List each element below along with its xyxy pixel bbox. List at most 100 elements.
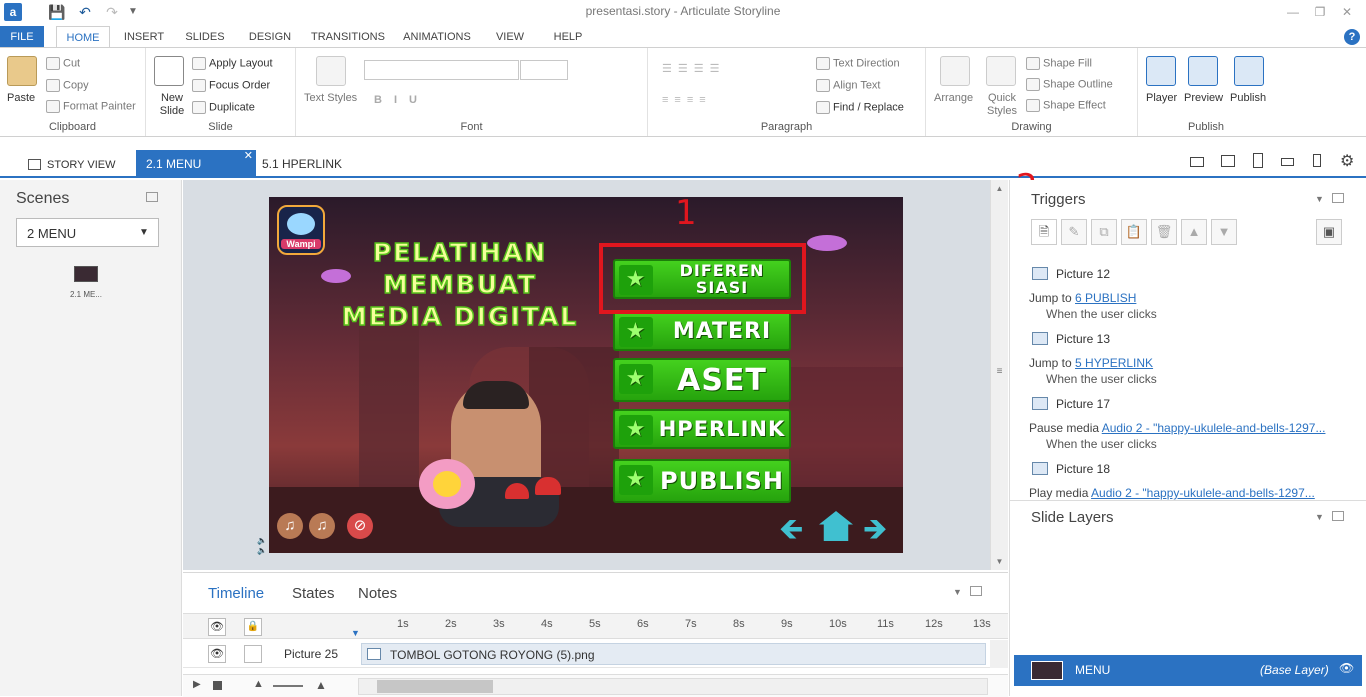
tab-home[interactable]: HOME	[56, 26, 110, 48]
trigger-variables-icon[interactable]: ▣	[1316, 219, 1342, 245]
button-hperlink[interactable]: ★ HPERLINK	[613, 409, 791, 449]
panel-restore-icon[interactable]	[970, 586, 982, 596]
player-button[interactable]: Player	[1146, 92, 1177, 104]
base-layer-row[interactable]: MENU (Base Layer) 👁	[1014, 655, 1362, 686]
align-text-button[interactable]: Align Text	[833, 79, 881, 91]
new-trigger-icon[interactable]: 🗎	[1031, 219, 1057, 245]
delete-trigger-icon[interactable]: 🗑	[1151, 219, 1177, 245]
paste-icon[interactable]	[7, 56, 37, 86]
tab-transitions[interactable]: TRANSITIONS	[308, 26, 388, 48]
scene-dropdown[interactable]: 2 MENU ▼	[16, 218, 159, 247]
arrange-button[interactable]: Arrange	[934, 92, 973, 104]
layer-visibility-icon[interactable]: 👁	[1339, 661, 1354, 675]
row-eye-icon[interactable]: 👁	[208, 645, 226, 663]
text-direction-button[interactable]: Text Direction	[833, 57, 900, 69]
format-painter-button[interactable]: Format Painter	[63, 100, 136, 112]
panel-restore-icon[interactable]	[146, 192, 158, 202]
tab-slide-hperlink[interactable]: 5.1 HPERLINK	[252, 150, 352, 178]
minimize-icon[interactable]: —	[1282, 3, 1304, 21]
stop-icon[interactable]	[213, 681, 222, 690]
zoom-in-icon[interactable]: ▲	[315, 678, 327, 692]
horizontal-scrollbar[interactable]	[358, 678, 988, 695]
quick-styles-button[interactable]: Quick Styles	[984, 92, 1020, 118]
zoom-slider[interactable]	[273, 685, 303, 687]
align-icons[interactable]: ≡≡≡≡	[662, 94, 712, 106]
focus-order-button[interactable]: Focus Order	[209, 79, 270, 91]
trigger-action[interactable]: Jump to 5 HYPERLINK	[1029, 356, 1153, 370]
restore-icon[interactable]: ❐	[1309, 3, 1331, 21]
tab-help[interactable]: HELP	[548, 26, 588, 48]
tab-states[interactable]: States	[292, 585, 335, 602]
prev-arrow-icon[interactable]: 🡸	[779, 515, 803, 545]
close-window-icon[interactable]: ✕	[1336, 3, 1358, 21]
duplicate-button[interactable]: Duplicate	[209, 101, 255, 113]
new-slide-button[interactable]: New Slide	[154, 92, 190, 118]
scroll-thumb[interactable]	[377, 680, 493, 693]
paste-button[interactable]: Paste	[7, 92, 35, 104]
tab-slides[interactable]: SLIDES	[182, 26, 228, 48]
vertical-scrollbar[interactable]: ▲ ≡ ▼	[990, 180, 1008, 570]
music-off-icon[interactable]: ⊘	[347, 513, 373, 539]
tablet-landscape-icon[interactable]	[1221, 155, 1235, 167]
quick-styles-icon[interactable]	[986, 56, 1016, 86]
trigger-object-name[interactable]: Picture 18	[1056, 462, 1110, 476]
phone-landscape-icon[interactable]	[1281, 158, 1294, 166]
paste-trigger-icon[interactable]: 📋	[1121, 219, 1147, 245]
timeline-vscroll[interactable]	[990, 640, 1008, 668]
trigger-object-name[interactable]: Picture 12	[1056, 267, 1110, 281]
panel-restore-icon[interactable]	[1332, 511, 1344, 521]
arrange-icon[interactable]	[940, 56, 970, 86]
gear-icon[interactable]: ⚙	[1340, 151, 1354, 171]
trigger-target-link[interactable]: 5 HYPERLINK	[1075, 356, 1153, 370]
tab-file[interactable]: FILE	[0, 26, 44, 48]
timeline-bar[interactable]: TOMBOL GOTONG ROYONG (5).png	[361, 643, 986, 665]
next-arrow-icon[interactable]: 🡺	[863, 515, 887, 545]
list-icons[interactable]: ☰☰☰☰	[662, 62, 725, 75]
tablet-portrait-icon[interactable]	[1253, 153, 1263, 168]
tab-animations[interactable]: ANIMATIONS	[400, 26, 474, 48]
move-up-icon[interactable]: ▲	[1181, 219, 1207, 245]
tab-view[interactable]: VIEW	[490, 26, 530, 48]
publish-button[interactable]: Publish	[1230, 92, 1266, 104]
publish-icon[interactable]	[1234, 56, 1264, 86]
tab-timeline[interactable]: Timeline	[208, 585, 264, 602]
button-aset[interactable]: ★ ASET	[613, 358, 791, 402]
find-replace-button[interactable]: Find / Replace	[833, 101, 904, 113]
trigger-target-link[interactable]: Audio 2 - "happy-ukulele-and-bells-1297.…	[1102, 421, 1326, 435]
new-slide-icon[interactable]	[154, 56, 184, 86]
timeline-options-icon[interactable]: ▼	[953, 587, 962, 597]
shape-fill-button[interactable]: Shape Fill	[1043, 57, 1092, 69]
tab-story-view[interactable]: STORY VIEW	[18, 150, 125, 178]
button-materi[interactable]: ★ MATERI	[613, 311, 791, 351]
copy-trigger-icon[interactable]: ⧉	[1091, 219, 1117, 245]
slide-thumbnail[interactable]	[74, 266, 98, 282]
row-lock-checkbox[interactable]	[244, 645, 262, 663]
panel-restore-icon[interactable]	[1332, 193, 1344, 203]
slide[interactable]: Wampi PELATIHAN MEMBUAT MEDIA DIGITAL ★ …	[269, 197, 903, 553]
apply-layout-button[interactable]: Apply Layout	[209, 57, 273, 69]
shape-outline-button[interactable]: Shape Outline	[1043, 78, 1113, 90]
trigger-target-link[interactable]: 6 PUBLISH	[1075, 291, 1136, 305]
font-format-icons[interactable]: BIU	[374, 94, 429, 106]
desktop-preview-icon[interactable]	[1190, 157, 1204, 167]
button-publish[interactable]: ★ PUBLISH	[613, 459, 791, 503]
trigger-target-link[interactable]: Audio 2 - "happy-ukulele-and-bells-1297.…	[1091, 486, 1315, 500]
trigger-action[interactable]: Play media Audio 2 - "happy-ukulele-and-…	[1029, 486, 1315, 500]
preview-button[interactable]: Preview	[1184, 92, 1223, 104]
tab-design[interactable]: DESIGN	[244, 26, 296, 48]
layers-options-icon[interactable]: ▼	[1315, 512, 1324, 522]
preview-icon[interactable]	[1188, 56, 1218, 86]
text-styles-icon[interactable]	[316, 56, 346, 86]
zoom-out-icon[interactable]: ▲	[253, 678, 264, 690]
music-icon-2[interactable]: ♫	[309, 513, 335, 539]
edit-trigger-icon[interactable]: ✎	[1061, 219, 1087, 245]
trigger-object-name[interactable]: Picture 13	[1056, 332, 1110, 346]
font-family-combo[interactable]	[364, 60, 519, 80]
text-styles-button[interactable]: Text Styles	[304, 92, 357, 104]
copy-button[interactable]: Copy	[63, 79, 89, 91]
tab-insert[interactable]: INSERT	[118, 26, 170, 48]
trigger-action[interactable]: Jump to 6 PUBLISH	[1029, 291, 1136, 305]
play-icon[interactable]: ▶	[193, 679, 201, 690]
move-down-icon[interactable]: ▼	[1211, 219, 1237, 245]
phone-portrait-icon[interactable]	[1313, 154, 1321, 167]
